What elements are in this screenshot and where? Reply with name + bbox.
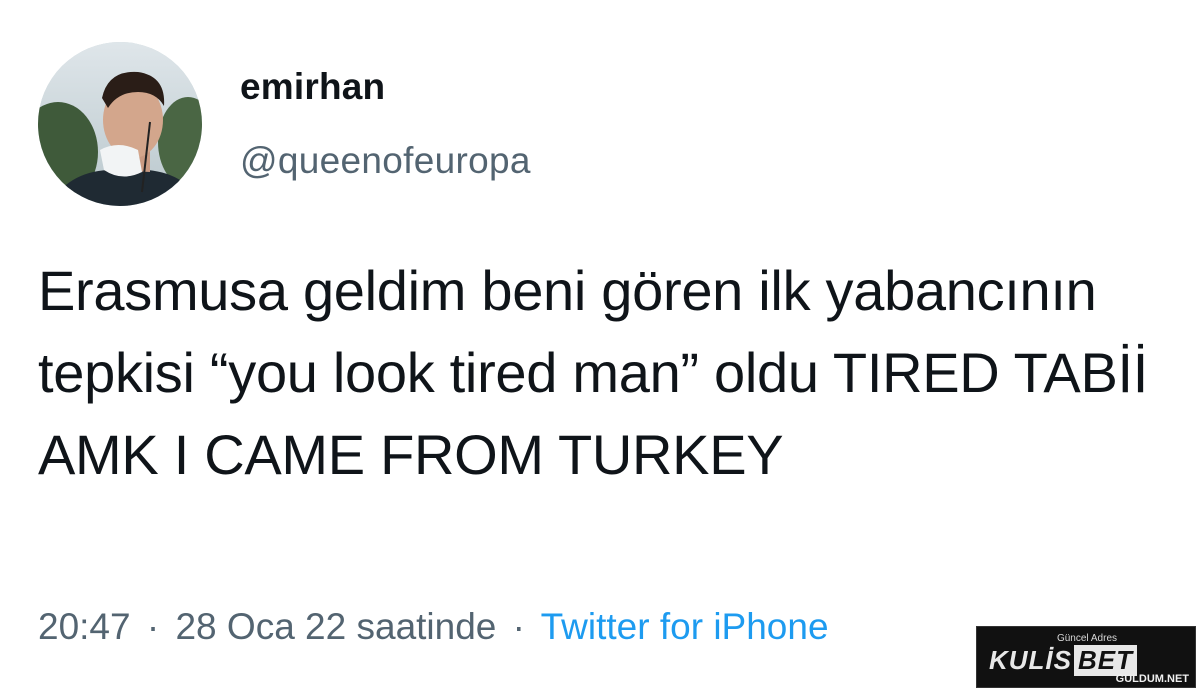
user-handle[interactable]: @queenofeuropa — [240, 140, 531, 182]
watermark: Güncel Adres KULİS BET GULDUM.NET — [976, 626, 1196, 688]
display-name[interactable]: emirhan — [240, 66, 385, 108]
tweet-meta: 20:47 · 28 Oca 22 saatinde · Twitter for… — [38, 606, 829, 648]
avatar[interactable] — [38, 42, 202, 206]
watermark-brand-suffix: BET — [1074, 645, 1137, 676]
tweet-time[interactable]: 20:47 — [38, 606, 131, 647]
watermark-brand: KULİS — [989, 645, 1072, 675]
watermark-site: GULDUM.NET — [1115, 673, 1189, 685]
tweet-text: Erasmusa geldim beni gören ilk yabancını… — [38, 259, 1149, 486]
meta-separator: · — [512, 606, 525, 647]
tweet-source[interactable]: Twitter for iPhone — [541, 606, 829, 647]
avatar-photo — [38, 42, 202, 206]
meta-separator: · — [146, 606, 160, 647]
watermark-logo: KULİS BET — [989, 645, 1137, 676]
tweet-card: emirhan @queenofeuropa Erasmusa geldim b… — [0, 0, 1200, 690]
watermark-caption: Güncel Adres — [1056, 633, 1118, 644]
tweet-date[interactable]: 28 Oca 22 saatinde — [175, 606, 496, 647]
